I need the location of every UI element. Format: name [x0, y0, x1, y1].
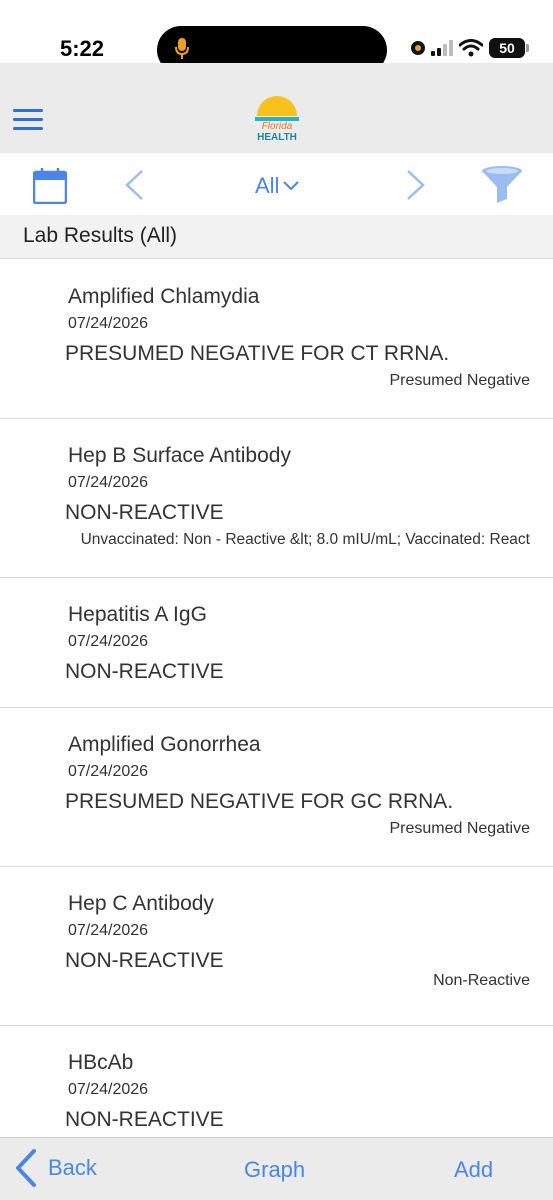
- range-filter-label: All: [255, 173, 280, 198]
- result-date: 07/24/2026: [68, 633, 149, 650]
- filter-funnel-icon[interactable]: [480, 165, 524, 205]
- list-item[interactable]: Hep B Surface Antibody 07/24/2026 NON-RE…: [0, 419, 553, 578]
- result-value: NON-REACTIVE: [65, 1108, 224, 1131]
- result-value: PRESUMED NEGATIVE FOR CT RRNA.: [65, 342, 450, 365]
- result-date: 07/24/2026: [68, 1081, 149, 1098]
- status-bar: 5:22 50: [0, 0, 553, 74]
- chevron-down-icon: [283, 181, 300, 191]
- add-button[interactable]: Add: [454, 1157, 493, 1183]
- list-item[interactable]: Amplified Gonorrhea 07/24/2026 PRESUMED …: [0, 708, 553, 867]
- wifi-icon: [459, 39, 483, 57]
- result-value: NON-REACTIVE: [65, 949, 224, 972]
- lab-results-list: Amplified Chlamydia 07/24/2026 PRESUMED …: [0, 260, 553, 1156]
- result-name: HBcAb: [68, 1051, 134, 1074]
- result-value: NON-REACTIVE: [65, 660, 224, 683]
- back-label: Back: [48, 1155, 97, 1180]
- status-time: 5:22: [60, 36, 105, 61]
- result-name: Amplified Chlamydia: [68, 285, 260, 308]
- microphone-icon: [175, 38, 189, 59]
- camera-indicator-icon: [411, 41, 425, 55]
- result-note: Presumed Negative: [389, 372, 530, 389]
- list-item[interactable]: Amplified Chlamydia 07/24/2026 PRESUMED …: [0, 260, 553, 419]
- result-note: Unvaccinated: Non - Reactive &lt; 8.0 mI…: [80, 531, 530, 548]
- result-date: 07/24/2026: [68, 922, 149, 939]
- graph-button[interactable]: Graph: [244, 1157, 305, 1183]
- app-header: Florida HEALTH: [0, 63, 553, 153]
- result-note: Presumed Negative: [389, 820, 530, 837]
- section-header: Lab Results (All): [0, 215, 553, 259]
- calendar-icon[interactable]: [33, 168, 67, 204]
- range-filter-dropdown[interactable]: All: [255, 173, 300, 199]
- result-name: Hep C Antibody: [68, 892, 214, 915]
- result-date: 07/24/2026: [68, 315, 149, 332]
- toolbar: All: [0, 153, 553, 215]
- section-title: Lab Results (All): [23, 224, 178, 247]
- cellular-signal-icon: [431, 40, 453, 56]
- result-note: Non-Reactive: [433, 972, 530, 989]
- back-button[interactable]: Back: [14, 1148, 97, 1188]
- status-indicators: 50: [411, 38, 529, 58]
- result-name: Amplified Gonorrhea: [68, 733, 261, 756]
- result-value: PRESUMED NEGATIVE FOR GC RRNA.: [65, 790, 454, 813]
- list-item[interactable]: Hep C Antibody 07/24/2026 NON-REACTIVE N…: [0, 867, 553, 1026]
- menu-icon[interactable]: [13, 109, 43, 131]
- florida-health-logo: Florida HEALTH: [255, 96, 299, 143]
- list-item[interactable]: Hepatitis A IgG 07/24/2026 NON-REACTIVE: [0, 578, 553, 708]
- result-value: NON-REACTIVE: [65, 501, 224, 524]
- bottom-bar: Back Graph Add: [0, 1137, 553, 1200]
- battery-indicator: 50: [489, 38, 529, 58]
- result-name: Hep B Surface Antibody: [68, 444, 291, 467]
- chevron-left-icon: [16, 1149, 36, 1187]
- result-date: 07/24/2026: [68, 474, 149, 491]
- result-name: Hepatitis A IgG: [68, 603, 207, 626]
- chevron-left-icon[interactable]: [122, 169, 146, 201]
- result-date: 07/24/2026: [68, 763, 149, 780]
- chevron-right-icon[interactable]: [404, 169, 428, 201]
